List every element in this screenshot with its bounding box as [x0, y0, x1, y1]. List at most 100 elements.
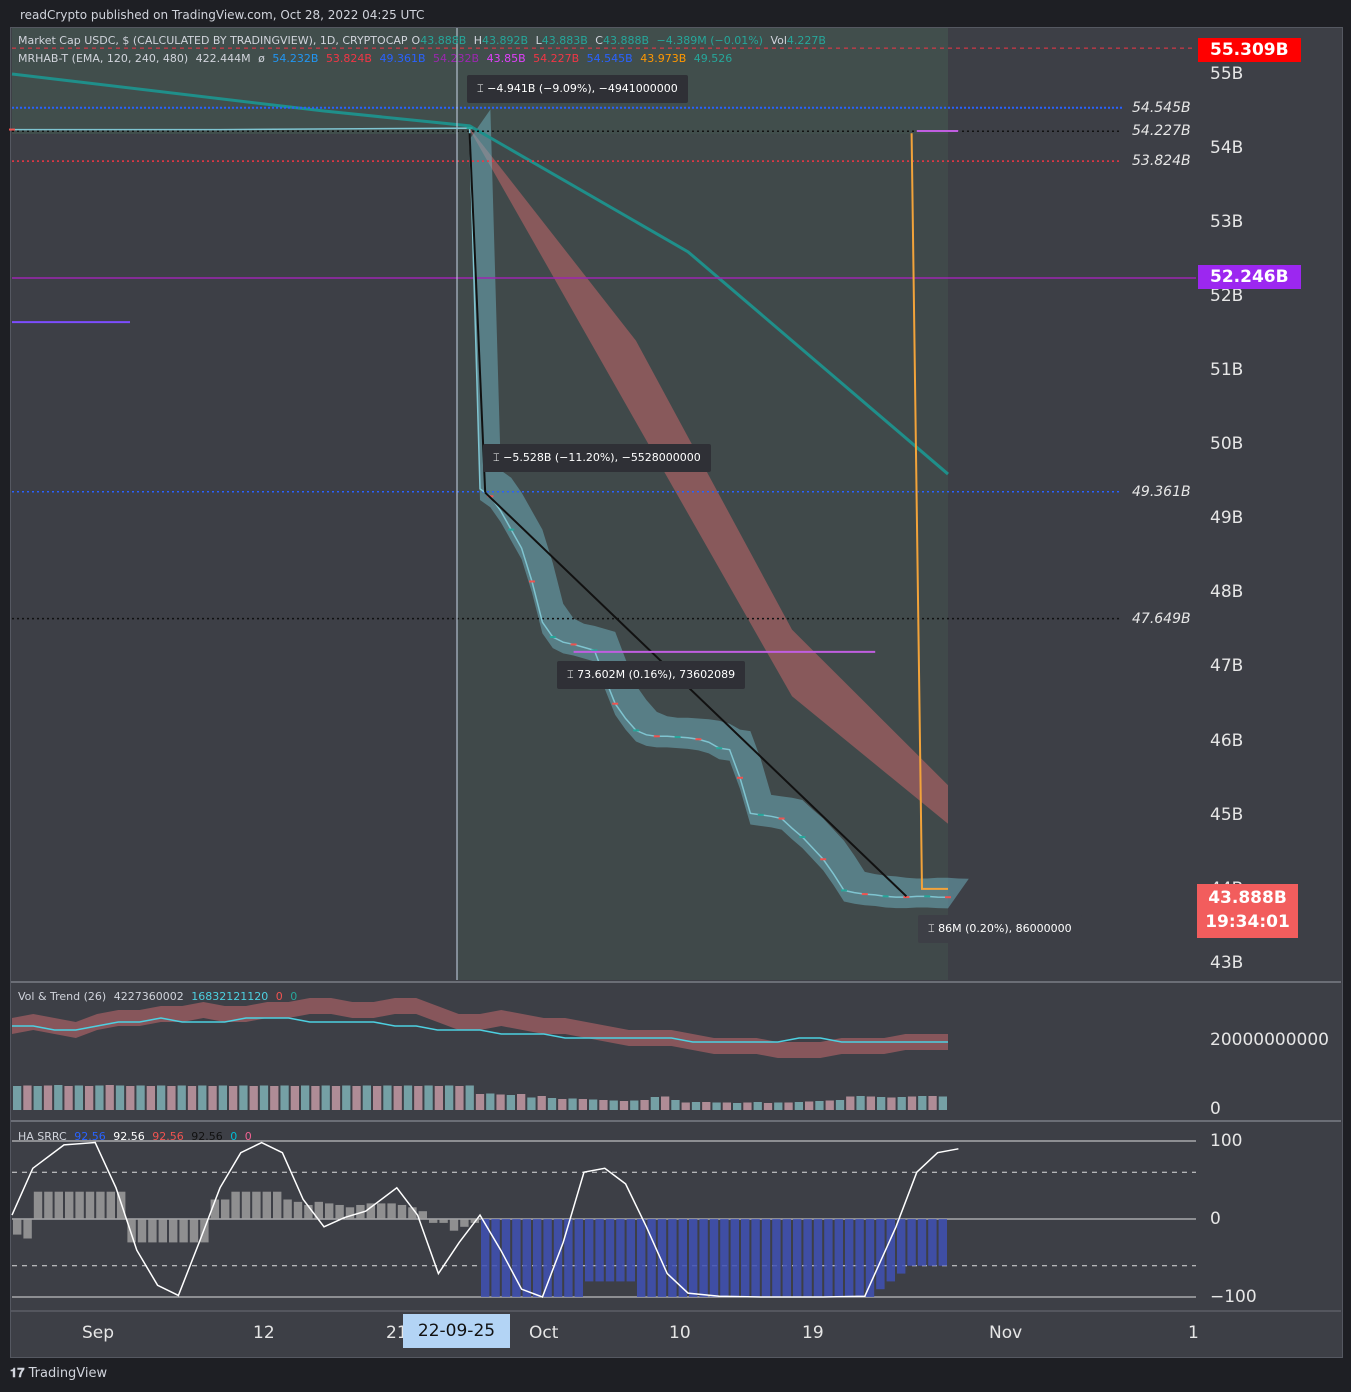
vol-bar	[887, 1097, 896, 1110]
srrc-tick-minus100: −100	[1210, 1287, 1257, 1307]
vol-bar	[331, 1086, 341, 1110]
srrc-hist-bar	[54, 1191, 63, 1219]
measure-box-3[interactable]: ⌶ 73.602M (0.16%), 73602089	[557, 661, 746, 689]
vol-bar	[424, 1085, 433, 1110]
chart-canvas[interactable]	[0, 0, 1351, 1392]
vol-bar	[671, 1100, 680, 1110]
indicator-name: MRHAB-T (EMA, 120, 240, 480)	[18, 52, 189, 65]
vol-bar	[74, 1085, 83, 1110]
bar-countdown: 19:34:01	[1205, 912, 1290, 932]
current-price-value: 43.888B	[1208, 888, 1287, 908]
level-label-54545: 54.545B	[1132, 100, 1191, 116]
measure-text: 86M (0.20%), 86000000	[938, 922, 1072, 935]
vol-bar	[126, 1086, 135, 1110]
vol-bar	[146, 1086, 155, 1110]
vol-bar	[23, 1085, 32, 1110]
srrc-hist-bar	[439, 1219, 448, 1223]
price-tick-46b: 46B	[1210, 731, 1244, 751]
vol-legend-v4: 0	[290, 990, 298, 1003]
srrc-hist-bar	[65, 1191, 74, 1219]
main-legend: Market Cap USDC, $ (CALCULATED BY TRADIN…	[18, 34, 830, 47]
vol-bar	[856, 1096, 865, 1110]
srrc-tick-100: 100	[1210, 1131, 1243, 1151]
vol-bar	[136, 1085, 145, 1110]
vol-bar	[918, 1096, 927, 1110]
srrc-hist-bar	[23, 1219, 32, 1239]
vol-bar	[661, 1096, 670, 1110]
price-tick-47b: 47B	[1210, 656, 1244, 676]
srrc-hist-bar	[377, 1203, 386, 1219]
vol-bar	[383, 1085, 392, 1110]
srrc-legend-v3: 92.56	[152, 1130, 184, 1143]
srrc-legend-name: HA SRRC	[18, 1130, 67, 1143]
vol-bar	[352, 1086, 361, 1110]
srrc-hist-bar	[834, 1219, 843, 1297]
srrc-hist-bar	[522, 1219, 531, 1297]
indicator-v4: 53.824B	[325, 52, 372, 65]
top-price-badge: 55.309B	[1198, 38, 1301, 62]
srrc-hist-bar	[824, 1219, 833, 1297]
measure-box-1[interactable]: ⌶ −4.941B (−9.09%), −4941000000	[467, 75, 688, 103]
vol-bar	[198, 1085, 207, 1110]
srrc-hist-bar	[293, 1201, 303, 1219]
vol-bar	[619, 1101, 629, 1110]
srrc-hist-bar	[96, 1191, 105, 1219]
srrc-legend-v4: 92.56	[191, 1130, 223, 1143]
vol-bar	[599, 1100, 608, 1110]
price-tick-50b: 50B	[1210, 434, 1244, 454]
price-tick-52b: 52B	[1210, 286, 1244, 306]
x-tick-10: 10	[669, 1323, 691, 1343]
srrc-legend-v5: 0	[230, 1130, 238, 1143]
vol-label: Vol	[770, 34, 787, 47]
level-label-49361: 49.361B	[1132, 484, 1191, 500]
srrc-hist-bar	[252, 1191, 261, 1219]
vol-bar	[630, 1100, 639, 1110]
srrc-hist-bar	[460, 1219, 469, 1227]
indicator-v6: 54.232B	[433, 52, 480, 65]
vol-value: 4.227B	[786, 34, 826, 47]
vol-bar	[455, 1086, 464, 1110]
srrc-hist-bar	[761, 1219, 771, 1297]
vol-trend-band	[12, 998, 948, 1058]
vol-legend-name: Vol & Trend (26)	[18, 990, 107, 1003]
level-label-53824: 53.824B	[1132, 153, 1191, 169]
indicator-v11: 49.526	[693, 52, 733, 65]
measure-text: 73.602M (0.16%), 73602089	[577, 668, 736, 681]
vol-bar	[784, 1102, 793, 1110]
srrc-hist-bar	[158, 1219, 167, 1243]
vol-bar	[815, 1101, 824, 1110]
measure-box-4[interactable]: ⌶ 86M (0.20%), 86000000	[918, 915, 1082, 943]
vol-bar	[187, 1086, 197, 1110]
srrc-hist-bar	[231, 1191, 240, 1219]
srrc-hist-bar	[813, 1219, 823, 1297]
symbol-label: Market Cap USDC, $ (CALCULATED BY TRADIN…	[18, 34, 408, 47]
measure-icon: ⌶	[567, 668, 578, 681]
vol-bar	[846, 1096, 855, 1110]
l-label: L	[535, 34, 542, 47]
srrc-hist-bar	[605, 1219, 615, 1282]
srrc-hist-bar	[595, 1219, 604, 1282]
vol-bar	[239, 1085, 248, 1110]
srrc-hist-bar	[897, 1219, 906, 1274]
srrc-hist-bar	[449, 1219, 459, 1231]
vol-bar	[218, 1085, 227, 1110]
vol-bar	[85, 1086, 94, 1110]
price-tick-43b: 43B	[1210, 953, 1244, 973]
vol-bar	[640, 1100, 649, 1110]
vol-bar	[115, 1085, 125, 1110]
srrc-hist-bar	[720, 1219, 729, 1297]
vol-bar	[805, 1101, 814, 1110]
srrc-hist-bar	[13, 1219, 22, 1235]
srrc-hist-bar	[283, 1199, 292, 1219]
o-label: O	[411, 34, 421, 47]
h-label: H	[473, 34, 483, 47]
srrc-hist-bar	[564, 1219, 573, 1297]
vol-bar	[280, 1085, 289, 1110]
measure-icon: ⌶	[493, 451, 504, 464]
indicator-legend: MRHAB-T (EMA, 120, 240, 480) 422.444M ø …	[18, 52, 736, 65]
measure-box-2[interactable]: ⌶ −5.528B (−11.20%), −5528000000	[483, 444, 711, 472]
vol-bar	[877, 1097, 886, 1110]
srrc-hist-bar	[574, 1219, 583, 1297]
vol-bar	[907, 1096, 917, 1110]
x-tick-sep: Sep	[82, 1323, 115, 1343]
